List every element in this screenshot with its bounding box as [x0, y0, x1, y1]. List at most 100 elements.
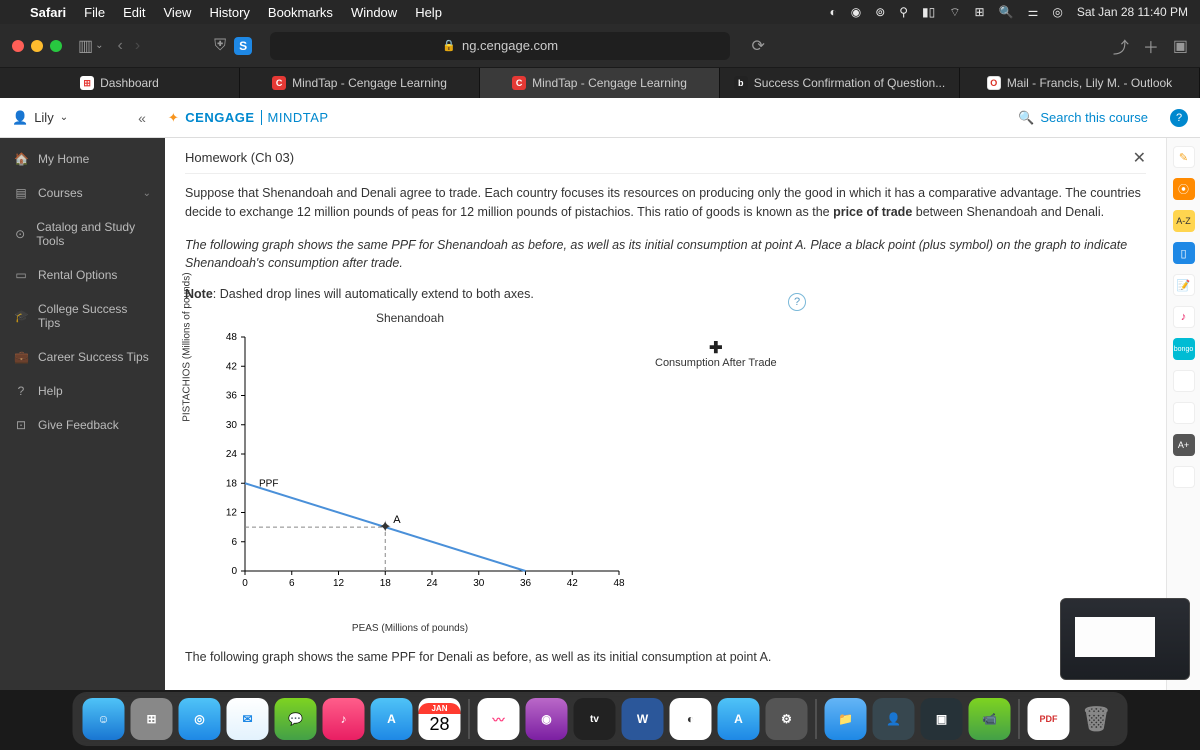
menubar-app[interactable]: Safari — [30, 5, 66, 20]
search-course-button[interactable]: 🔍 Search this course — [1018, 110, 1148, 126]
rail-flashcards-icon[interactable]: ▯ — [1173, 242, 1195, 264]
dock-trash-icon[interactable]: 🗑 — [1076, 698, 1118, 740]
status-icon[interactable]: ⊚ — [875, 5, 885, 19]
picture-in-picture-thumbnail[interactable] — [1060, 598, 1190, 680]
dock-finder-icon[interactable]: ☺ — [83, 698, 125, 740]
rail-highlighter-icon[interactable]: ✎ — [1173, 146, 1195, 168]
brand-mindtap: MINDTAP — [261, 110, 329, 125]
sidebar-toggle-button[interactable]: ▥ ⌄ — [78, 36, 104, 56]
browser-tab[interactable]: b Success Confirmation of Question... — [720, 68, 960, 98]
graph-help-button[interactable]: ? — [788, 293, 806, 311]
dock-appstore2-icon[interactable]: A — [718, 698, 760, 740]
address-bar[interactable]: 🔒 ng.cengage.com — [270, 32, 730, 60]
privacy-shield-icon[interactable]: ⛨ — [214, 37, 226, 55]
dock-photo-icon[interactable]: 👤 — [873, 698, 915, 740]
dock-launchpad-icon[interactable]: ⊞ — [131, 698, 173, 740]
browser-tab[interactable]: C MindTap - Cengage Learning — [240, 68, 480, 98]
share-button[interactable]: ⤴ — [1113, 34, 1129, 58]
nav-icon: ▭ — [14, 268, 28, 282]
status-icon[interactable]: ◐ — [829, 5, 836, 19]
dock-word-icon[interactable]: W — [622, 698, 664, 740]
browser-tab-active[interactable]: C MindTap - Cengage Learning — [480, 68, 720, 98]
siri-icon[interactable]: ◎ — [1052, 5, 1062, 19]
svg-text:24: 24 — [226, 449, 238, 460]
dock-podcasts-icon[interactable]: ◉ — [526, 698, 568, 740]
rail-drive-icon[interactable]: ▲ — [1173, 402, 1195, 424]
menu-view[interactable]: View — [164, 5, 192, 20]
battery-icon[interactable]: ▮▯ — [922, 5, 935, 19]
window-controls — [12, 40, 62, 52]
menu-bookmarks[interactable]: Bookmarks — [268, 5, 333, 20]
chevron-down-icon: ⌄ — [60, 112, 68, 123]
spotlight-icon[interactable]: 🔍 — [999, 5, 1014, 19]
new-tab-button[interactable]: ＋ — [1143, 34, 1159, 58]
dock-safari-icon[interactable]: ◎ — [179, 698, 221, 740]
menu-file[interactable]: File — [84, 5, 105, 20]
dock-folder-icon[interactable]: 📁 — [825, 698, 867, 740]
sidebar-item-courses[interactable]: ▤Courses⌄ — [0, 176, 165, 210]
dock-screenshot-icon[interactable]: ▣ — [921, 698, 963, 740]
dock-calendar-icon[interactable]: JAN 28 — [419, 698, 461, 740]
sidebar-item-catalog-and-study-tools[interactable]: ⊙Catalog and Study Tools — [0, 210, 165, 258]
sidebar-item-help[interactable]: ?Help — [0, 374, 165, 408]
control-icon[interactable]: ⚌ — [1028, 5, 1039, 19]
dock-appstore-icon[interactable]: A — [371, 698, 413, 740]
plus-symbol-icon: ✚ — [655, 341, 777, 357]
menu-window[interactable]: Window — [351, 5, 397, 20]
minimize-window-button[interactable] — [31, 40, 43, 52]
rail-aplus-icon[interactable]: A+ — [1173, 434, 1195, 456]
collapse-sidebar-button[interactable]: « — [138, 110, 146, 126]
menu-edit[interactable]: Edit — [123, 5, 145, 20]
dock-messages-icon[interactable]: 💬 — [275, 698, 317, 740]
rail-bongo-icon[interactable]: bongo — [1173, 338, 1195, 360]
sidebar-item-rental-options[interactable]: ▭Rental Options — [0, 258, 165, 292]
dock-tv-icon[interactable]: tv — [574, 698, 616, 740]
rail-audio-icon[interactable]: ♪ — [1173, 306, 1195, 328]
dock-pdf-icon[interactable]: PDF — [1028, 698, 1070, 740]
chart-ppf[interactable]: 06121824303642480612182430364248PPF✦A PI… — [195, 331, 625, 621]
app-header: 👤 Lily ⌄ « ✦ CENGAGE MINDTAP 🔍 Search th… — [0, 98, 1200, 138]
sidebar-item-career-success-tips[interactable]: 💼Career Success Tips — [0, 340, 165, 374]
back-button[interactable]: ‹ — [118, 37, 123, 55]
dock-music-icon[interactable]: ♪ — [323, 698, 365, 740]
svg-text:PPF: PPF — [259, 478, 278, 489]
dock-chrome-icon[interactable]: ◐ — [670, 698, 712, 740]
help-button[interactable]: ? — [1170, 109, 1188, 127]
control-center-icon[interactable]: ⊞ — [975, 5, 985, 19]
bluetooth-icon[interactable]: ⚲ — [899, 5, 908, 19]
rail-notes-icon[interactable]: 📝 — [1173, 274, 1195, 296]
rail-rss-icon[interactable]: ⦿ — [1173, 178, 1195, 200]
browser-tab[interactable]: ⊞ Dashboard — [0, 68, 240, 98]
sidebar-item-give-feedback[interactable]: ⊡Give Feedback — [0, 408, 165, 442]
extension-icon[interactable]: S — [234, 37, 252, 55]
status-icon[interactable]: ◉ — [851, 5, 861, 19]
graph-tool-consumption[interactable]: ✚ Consumption After Trade — [655, 341, 777, 369]
close-window-button[interactable] — [12, 40, 24, 52]
browser-tab[interactable]: O Mail - Francis, Lily M. - Outlook — [960, 68, 1200, 98]
chart-svg[interactable]: 06121824303642480612182430364248PPF✦A — [195, 331, 625, 601]
reload-button[interactable]: ⟳ — [751, 36, 764, 56]
close-button[interactable]: ✕ — [1133, 148, 1146, 168]
user-menu[interactable]: 👤 Lily ⌄ — [12, 110, 68, 126]
nav-label: College Success Tips — [38, 302, 151, 330]
wifi-icon[interactable]: ⌔ — [949, 5, 960, 20]
sidebar-item-college-success-tips[interactable]: 🎓College Success Tips — [0, 292, 165, 340]
clock[interactable]: Sat Jan 28 11:40 PM — [1077, 5, 1188, 19]
svg-text:42: 42 — [226, 361, 238, 372]
forward-button[interactable]: › — [135, 37, 140, 55]
rail-cloud-icon[interactable]: ☁ — [1173, 370, 1195, 392]
dock-facetime-icon[interactable]: 📹 — [969, 698, 1011, 740]
dock-freeform-icon[interactable]: 〰 — [478, 698, 520, 740]
rail-circle-icon[interactable]: ◯ — [1173, 466, 1195, 488]
svg-text:0: 0 — [242, 578, 248, 589]
chart-title: Shenandoah — [195, 311, 625, 325]
menu-help[interactable]: Help — [415, 5, 442, 20]
sidebar-item-my-home[interactable]: 🏠My Home — [0, 142, 165, 176]
rail-az-icon[interactable]: A-Z — [1173, 210, 1195, 232]
menu-history[interactable]: History — [209, 5, 249, 20]
dock-settings-icon[interactable]: ⚙ — [766, 698, 808, 740]
dock-mail-icon[interactable]: ✉ — [227, 698, 269, 740]
tabs-overview-button[interactable]: ▣ — [1173, 36, 1188, 56]
svg-text:A: A — [393, 514, 401, 526]
fullscreen-window-button[interactable] — [50, 40, 62, 52]
